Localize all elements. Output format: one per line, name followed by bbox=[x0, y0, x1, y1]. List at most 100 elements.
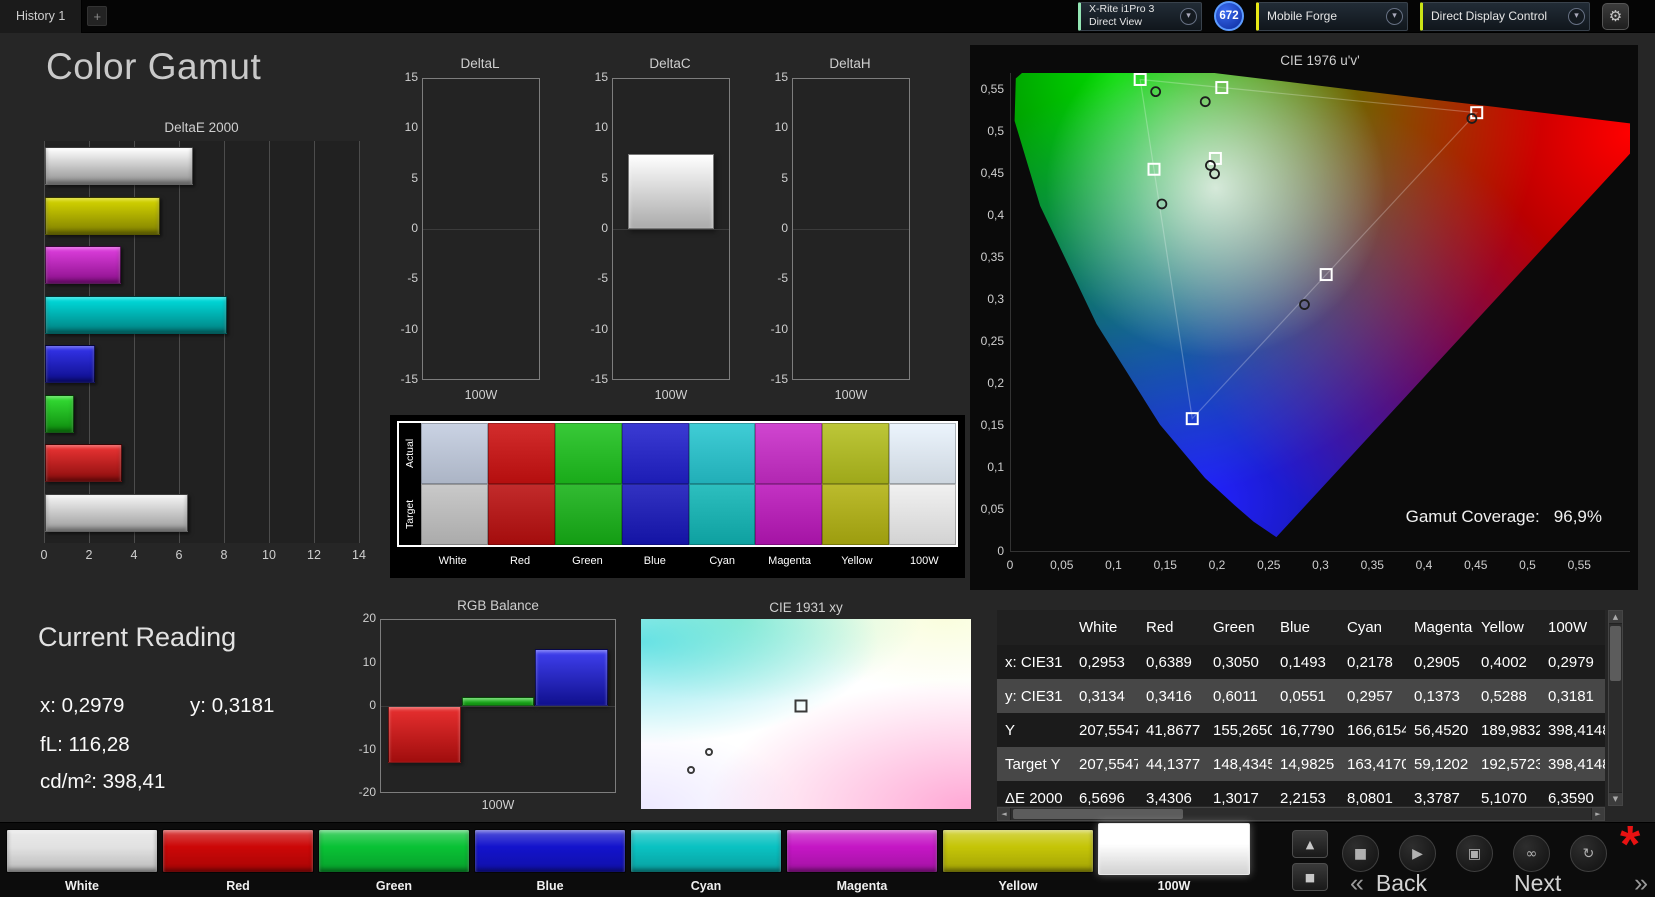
reading-y: y: 0,3181 bbox=[190, 694, 275, 717]
loop-icon: ∞ bbox=[1525, 845, 1538, 862]
source-dropdown[interactable]: Mobile Forge ▾ bbox=[1256, 1, 1408, 31]
chevron-down-icon[interactable]: ▾ bbox=[1180, 7, 1197, 25]
axis-tick-label: -5 bbox=[777, 271, 788, 286]
chart-title: CIE 1976 u'v' bbox=[1280, 53, 1360, 68]
patch-button-magenta[interactable]: Magenta bbox=[786, 825, 938, 895]
axis-tick-label: 0 bbox=[369, 698, 376, 712]
axis-tick-label: 10 bbox=[404, 120, 418, 135]
deltae-bar-blue bbox=[45, 345, 95, 383]
back-button-label: Back bbox=[1375, 870, 1428, 896]
play-button[interactable]: ▶ bbox=[1399, 835, 1436, 872]
x-axis-label: 100W bbox=[464, 388, 498, 402]
axis-tick-label: -15 bbox=[400, 372, 418, 386]
axis-tick-label: 0 bbox=[40, 548, 48, 562]
top-bar-controls: X-Rite i1Pro 3 Direct View ▾ 672 Mobile … bbox=[1078, 1, 1655, 31]
swatch-comparison-panel: Actual Target White Red Green Blue Cyan Magen… bbox=[390, 415, 965, 578]
x-axis-label: 100W bbox=[481, 798, 515, 812]
gear-icon: ⚙ bbox=[1608, 7, 1623, 25]
axis-tick-label: 0,45 bbox=[980, 166, 1004, 180]
patch-button-red[interactable]: Red bbox=[162, 825, 314, 895]
table-row: ΔE 2000 6,5696 3,4306 1,3017 2,2153 8,0801 3,3… bbox=[997, 781, 1605, 806]
swatch-actual-yellow bbox=[822, 423, 890, 484]
gridline bbox=[269, 141, 270, 543]
swatch-column-label: Green bbox=[572, 555, 603, 567]
table-cell: 44,1377 bbox=[1146, 755, 1201, 773]
swatch-actual-cyan bbox=[688, 423, 756, 484]
scrollbar-thumb[interactable] bbox=[1610, 626, 1621, 681]
measurement-marker bbox=[686, 766, 695, 775]
cie-1976-diagram bbox=[1014, 73, 1630, 538]
row-label: ΔE 2000 bbox=[1005, 789, 1063, 807]
row-label-target: Target bbox=[404, 499, 416, 530]
add-tab-button[interactable]: + bbox=[87, 6, 108, 26]
display-control-dropdown[interactable]: Direct Display Control ▾ bbox=[1420, 1, 1590, 31]
settings-button[interactable]: ⚙ bbox=[1602, 2, 1629, 30]
patch-button-cyan[interactable]: Cyan bbox=[630, 825, 782, 895]
patch-window-button[interactable]: ■ bbox=[1292, 863, 1328, 891]
table-horizontal-scrollbar[interactable]: ◄ ► bbox=[997, 807, 1605, 821]
meter-dropdown[interactable]: X-Rite i1Pro 3 Direct View ▾ bbox=[1078, 1, 1202, 31]
table-cell: 0,0551 bbox=[1280, 687, 1326, 705]
table-cell: 207,5547 bbox=[1079, 755, 1138, 773]
scroll-up-arrow-icon[interactable]: ▲ bbox=[1609, 611, 1622, 624]
axis-tick-label: 0,2 bbox=[1208, 558, 1226, 572]
loop-button[interactable]: ∞ bbox=[1513, 835, 1550, 872]
patch-button-white[interactable]: White bbox=[6, 825, 158, 895]
scroll-right-arrow-icon[interactable]: ► bbox=[1591, 808, 1604, 820]
table-cell: 16,7790 bbox=[1280, 721, 1335, 739]
next-button[interactable]: Next » bbox=[1514, 869, 1648, 897]
axis-tick-label: -15 bbox=[770, 372, 788, 386]
axis-tick-label: 0,35 bbox=[1360, 558, 1384, 572]
patch-up-button[interactable]: ▲ bbox=[1292, 830, 1328, 858]
patch-button-blue[interactable]: Blue bbox=[474, 825, 626, 895]
patch-button-green[interactable]: Green bbox=[318, 825, 470, 895]
current-reading: Current Reading x: 0,2979 y: 0,3181 fL: … bbox=[38, 622, 348, 793]
axis-tick-label: 0,3 bbox=[1312, 558, 1329, 572]
axis-tick-label: 0,1 bbox=[1105, 558, 1122, 572]
table-vertical-scrollbar[interactable]: ▲ ▼ bbox=[1608, 610, 1623, 806]
target-marker bbox=[794, 699, 808, 713]
measurement-marker bbox=[704, 748, 713, 756]
axis-tick-label: 0,5 bbox=[1519, 558, 1536, 572]
axis-tick-label: 12 bbox=[307, 548, 321, 562]
chevron-down-icon[interactable]: ▾ bbox=[1386, 7, 1403, 25]
swatch-column-label: Magenta bbox=[768, 555, 811, 567]
table-cell: 6,5696 bbox=[1079, 789, 1125, 807]
patch-button-yellow[interactable]: Yellow bbox=[942, 825, 1094, 895]
meter-mode: Direct View bbox=[1089, 16, 1142, 28]
gridline bbox=[224, 141, 225, 543]
rgb-balance-chart: RGB Balance 20 10 0 -10 -20 100W bbox=[352, 598, 624, 818]
axis-tick-label: -15 bbox=[590, 372, 608, 386]
tab-history[interactable]: History 1 bbox=[0, 0, 83, 33]
axis-tick-label: -5 bbox=[597, 271, 608, 286]
swatch-actual-green bbox=[554, 423, 622, 484]
table-cell: 148,4345 bbox=[1213, 755, 1272, 773]
patch-button-100w[interactable]: 100W bbox=[1098, 823, 1250, 895]
patch-swatch bbox=[630, 829, 782, 873]
patch-swatch bbox=[1098, 823, 1250, 875]
scrollbar-thumb[interactable] bbox=[1013, 809, 1183, 819]
axis-tick-label: 0,55 bbox=[1567, 558, 1591, 572]
swatch-target-blue bbox=[621, 484, 689, 545]
axis-tick-label: 0,25 bbox=[980, 334, 1004, 348]
table-cell: 398,4148 bbox=[1548, 755, 1605, 773]
scroll-down-arrow-icon[interactable]: ▼ bbox=[1609, 792, 1622, 805]
swatch-target-white bbox=[421, 484, 488, 545]
row-label-actual: Actual bbox=[404, 438, 416, 469]
table-cell: 59,1202 bbox=[1414, 755, 1469, 773]
back-button[interactable]: « Back bbox=[1350, 869, 1427, 897]
scroll-left-arrow-icon[interactable]: ◄ bbox=[998, 808, 1011, 820]
swatch-target-100w bbox=[889, 484, 956, 545]
top-bar: History 1 + X-Rite i1Pro 3 Direct View ▾… bbox=[0, 0, 1655, 33]
tab-history-label: History 1 bbox=[16, 9, 66, 23]
row-label: Target Y bbox=[1005, 755, 1061, 773]
refresh-button[interactable]: ↻ bbox=[1570, 835, 1607, 872]
cie-1931-panel: CIE 1931 xy bbox=[641, 600, 971, 810]
swatch-column-label: White bbox=[438, 555, 467, 567]
snapshot-button[interactable]: ▣ bbox=[1456, 835, 1493, 872]
table-cell: 0,6389 bbox=[1146, 653, 1192, 671]
axis-tick-label: 15 bbox=[404, 70, 418, 84]
axis-tick-label: 0,4 bbox=[1415, 558, 1433, 572]
stop-button[interactable]: ■ bbox=[1342, 835, 1379, 872]
chevron-down-icon[interactable]: ▾ bbox=[1568, 7, 1585, 25]
